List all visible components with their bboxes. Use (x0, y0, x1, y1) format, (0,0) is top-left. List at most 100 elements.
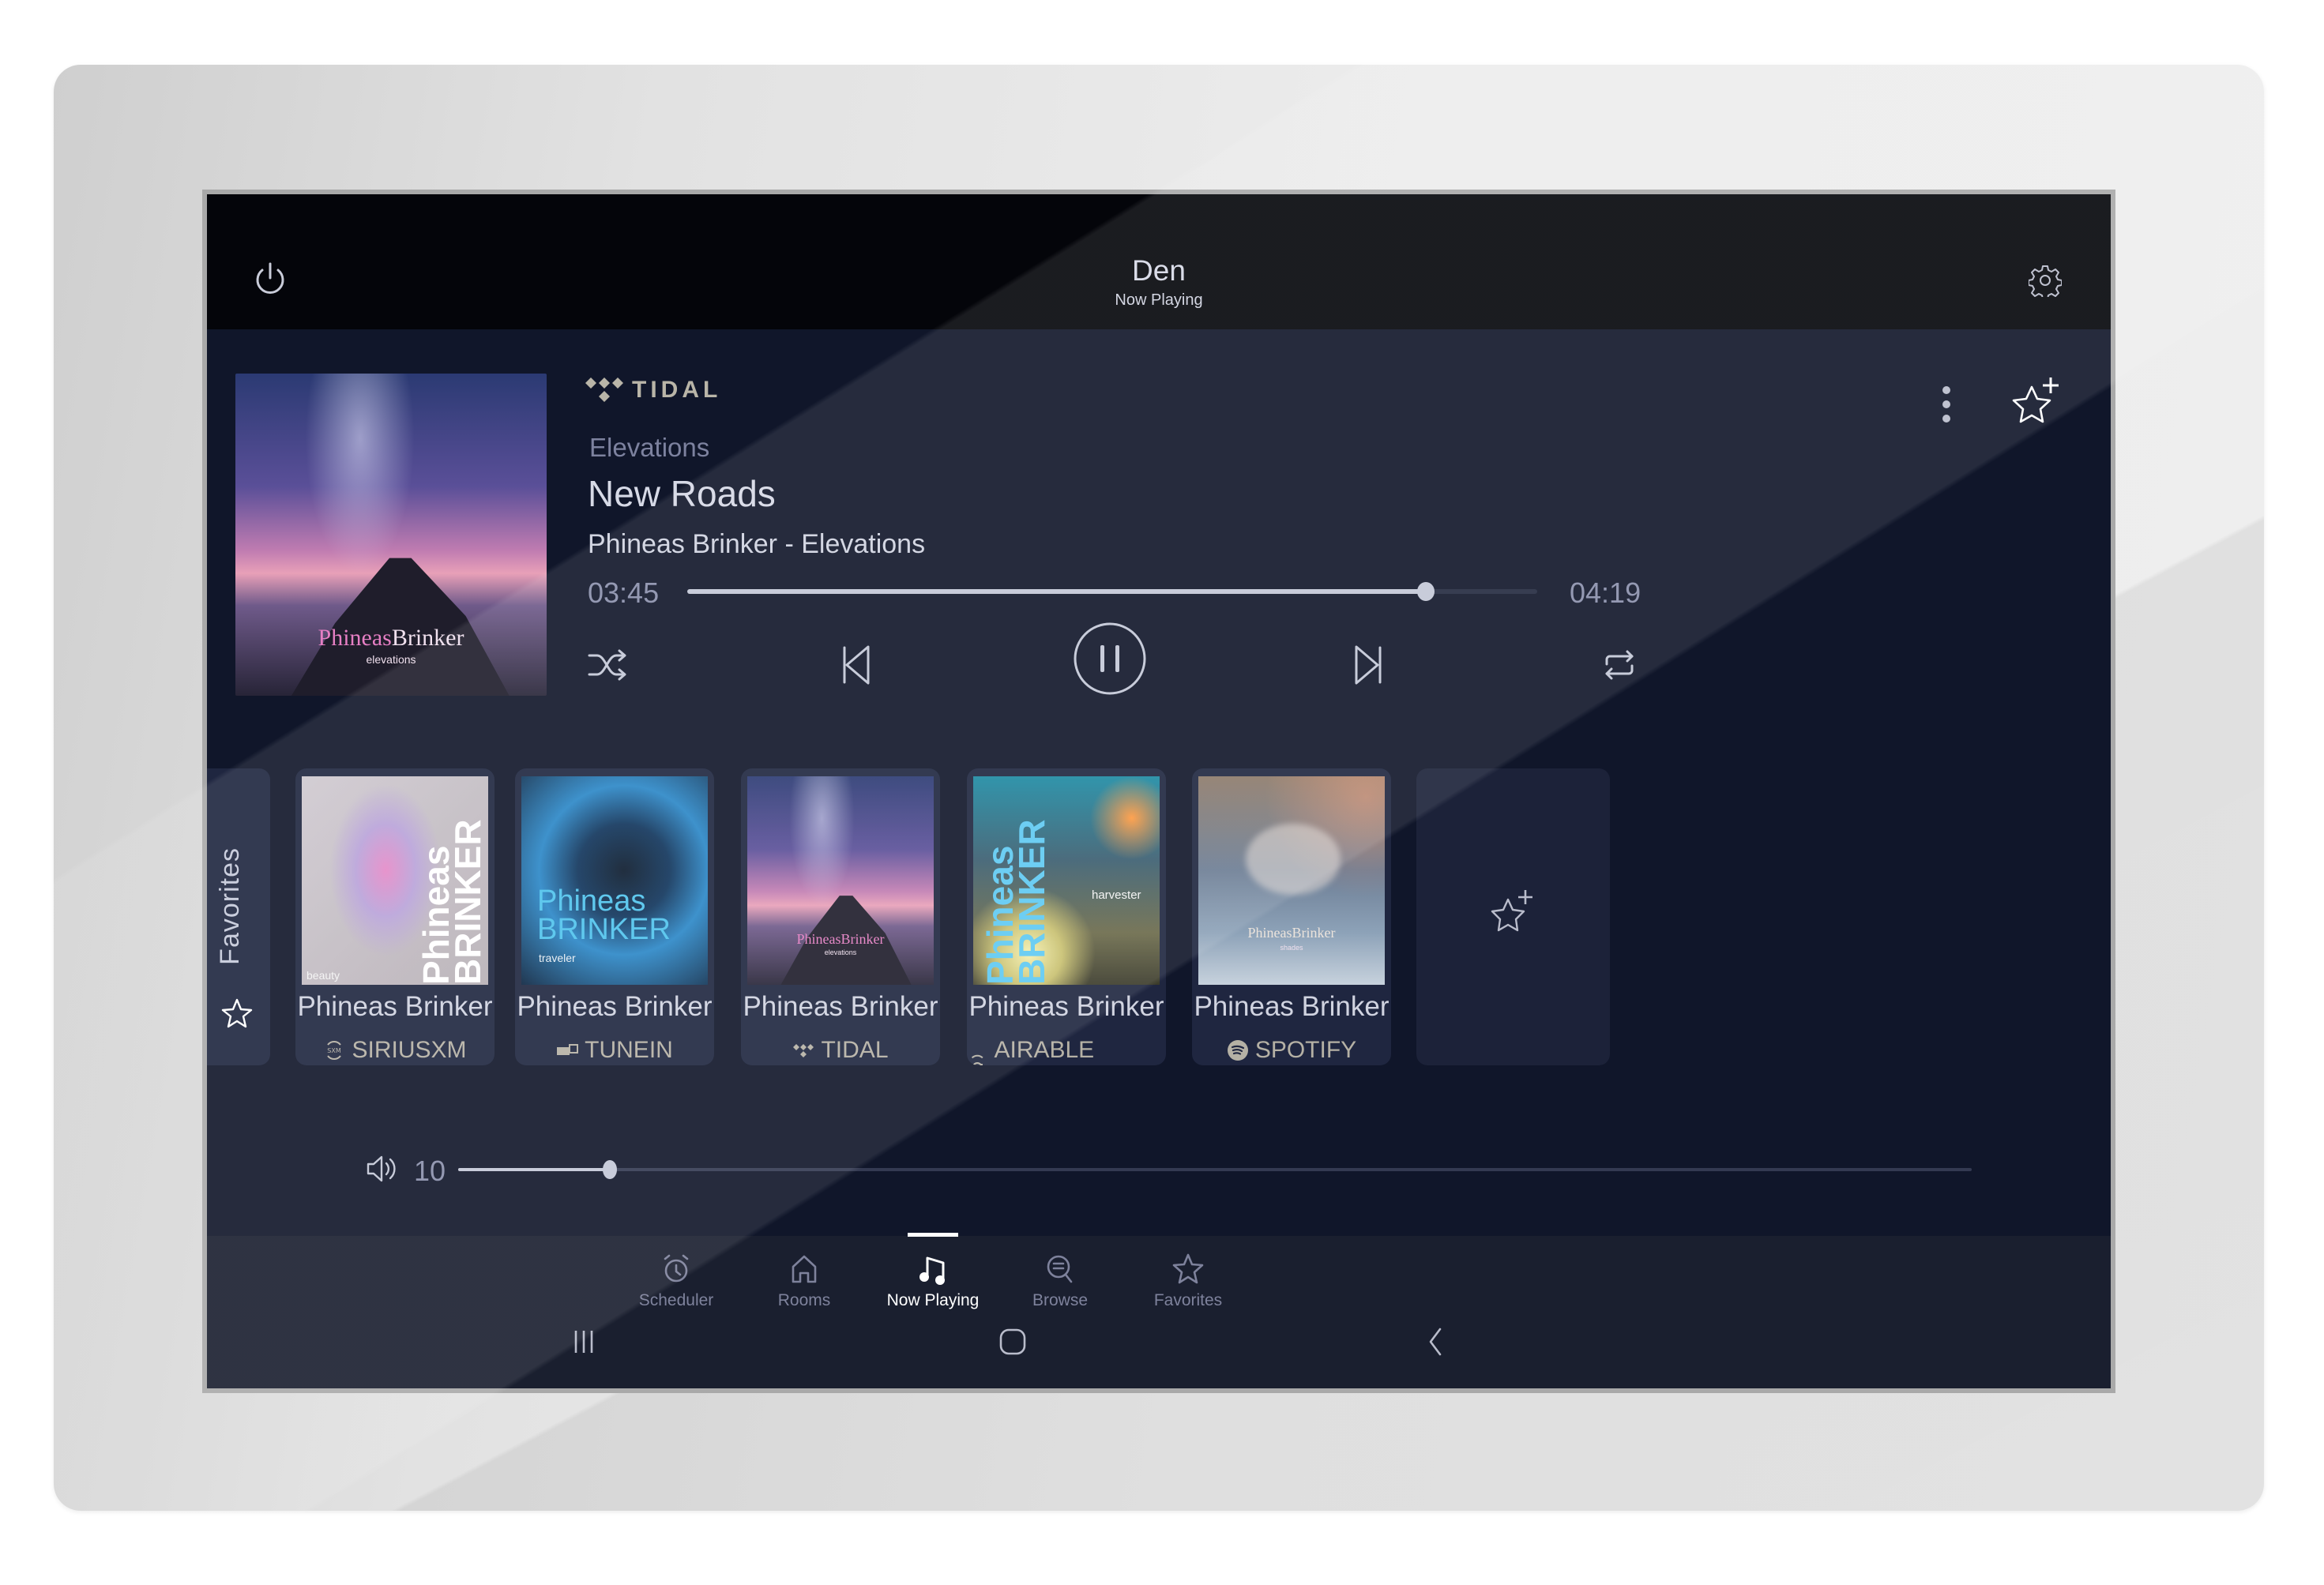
airable-icon (971, 1054, 983, 1065)
play-pause-button[interactable] (1072, 621, 1148, 697)
tidal-icon (585, 377, 623, 402)
more-vertical-icon (1942, 386, 1950, 423)
bottom-nav: Scheduler Rooms Now Playing Browse Favor… (207, 1233, 2111, 1388)
favorite-name: Phineas Brinker (743, 991, 938, 1022)
add-favorite-card[interactable] (1416, 768, 1610, 1065)
cover-subtitle: traveler (539, 952, 576, 964)
favorite-service: SPOTIFY (1192, 1037, 1391, 1064)
art-artist-last: Brinker (391, 625, 464, 651)
favorite-name: Phineas Brinker (517, 991, 713, 1022)
previous-button[interactable] (836, 641, 875, 689)
volume-track (458, 1168, 1972, 1171)
back-icon (1429, 1328, 1442, 1356)
speaker-icon[interactable] (365, 1153, 398, 1185)
volume-fill (458, 1168, 610, 1171)
touch-screen: Den Now Playing PhineasBrinker elevation… (207, 194, 2111, 1388)
add-to-favorites-button[interactable] (2008, 374, 2065, 431)
service-label: SIRIUSXM (352, 1037, 467, 1063)
cover-subtitle: beauty (306, 969, 340, 982)
skip-next-icon (1355, 645, 1382, 685)
favorites-tab-label: Favorites (215, 847, 245, 965)
elapsed-time: 03:45 (588, 577, 660, 609)
svg-text:SXM: SXM (328, 1047, 342, 1054)
album-art[interactable]: PhineasBrinker elevations (235, 374, 547, 696)
header-subtitle: Now Playing (1115, 291, 1203, 309)
cover-title: Phineas BRINKER (980, 819, 1052, 985)
favorite-cover: PhineasBrinker shades (1198, 776, 1385, 985)
volume-slider[interactable] (458, 1160, 1972, 1179)
system-home-button[interactable] (981, 1321, 1044, 1369)
star-plus-icon (2012, 377, 2059, 423)
cover-swans (1246, 824, 1341, 895)
service-label: TUNEIN (585, 1037, 673, 1063)
favorite-service: AIRABLE RADIO (967, 1037, 1166, 1065)
more-options-button[interactable] (1929, 381, 1964, 431)
next-button[interactable] (1349, 641, 1389, 689)
browse-search-icon (1047, 1255, 1073, 1283)
favorites-tab[interactable]: Favorites (207, 768, 270, 1065)
room-title: Den (1132, 254, 1186, 287)
album-name: Elevations (589, 433, 710, 462)
back-button[interactable] (1404, 1321, 1467, 1369)
service-label: AIRABLE RADIO (994, 1037, 1095, 1065)
gear-icon (2028, 265, 2063, 300)
favorite-service: TUNEIN (515, 1037, 714, 1064)
favorite-name: Phineas Brinker (968, 991, 1164, 1022)
cover-title: PhineasBrinker (796, 931, 885, 947)
favorite-cover: PhineasBrinker elevations (747, 776, 934, 985)
cover-subtitle: harvester (1092, 888, 1141, 902)
star-plus-icon (1491, 890, 1532, 932)
volume-value: 10 (414, 1155, 446, 1187)
progress-thumb[interactable] (1417, 582, 1435, 601)
artist-album: Phineas Brinker - Elevations (588, 529, 926, 559)
cover-subtitle: shades (1280, 944, 1303, 952)
star-icon (221, 998, 253, 1028)
shuffle-button[interactable] (586, 643, 630, 687)
header: Den Now Playing (207, 194, 2111, 329)
favorite-card[interactable]: PhineasBrinker shades Phineas Brinker SP… (1192, 768, 1391, 1065)
cover-title: Phineas BRINKER (416, 819, 488, 985)
active-tab-indicator (908, 1233, 958, 1237)
nav-favorites[interactable]: Favorites (1109, 1236, 1267, 1323)
volume-control: 10 (365, 1146, 2111, 1193)
favorite-name: Phineas Brinker (1194, 991, 1390, 1022)
service-label: SPOTIFY (1254, 1037, 1357, 1063)
duration-time: 04:19 (1570, 577, 1641, 609)
star-icon (1172, 1253, 1204, 1284)
favorite-service: SXM SIRIUSXM (295, 1037, 495, 1064)
recents-icon (574, 1331, 593, 1353)
source-logo: TIDAL (585, 374, 721, 406)
volume-thumb[interactable] (602, 1160, 617, 1179)
repeat-button[interactable] (1597, 643, 1641, 687)
favorite-service: TIDAL (741, 1037, 940, 1064)
cover-title: PhineasBrinker (1247, 925, 1336, 941)
favorite-card[interactable]: Phineas BRINKER traveler Phineas Brinker… (515, 768, 714, 1065)
song-title: New Roads (588, 473, 776, 514)
favorite-cover: Phineas BRINKER beauty (302, 776, 488, 985)
shuffle-icon (588, 649, 626, 681)
settings-button[interactable] (2028, 264, 2063, 300)
art-artist-first: Phineas (318, 625, 392, 651)
music-note-icon (919, 1256, 945, 1285)
favorite-card[interactable]: Phineas BRINKER beauty Phineas Brinker S… (295, 768, 495, 1065)
source-name: TIDAL (632, 377, 722, 403)
nav-label: Favorites (1153, 1291, 1223, 1309)
pause-icon (1074, 622, 1146, 695)
repeat-icon (1605, 650, 1634, 680)
favorite-card[interactable]: Phineas BRINKER harvester Phineas Brinke… (967, 768, 1166, 1065)
spotify-icon (1227, 1040, 1248, 1061)
tunein-icon (557, 1044, 579, 1055)
cover-title: Phineas BRINKER (537, 885, 671, 946)
tidal-icon (793, 1044, 814, 1057)
recents-button[interactable] (552, 1321, 615, 1369)
favorite-name: Phineas Brinker (297, 991, 493, 1022)
alarm-clock-icon (664, 1254, 689, 1283)
cover-subtitle: elevations (824, 948, 857, 956)
progress-slider[interactable] (687, 582, 1537, 601)
home-button-icon (999, 1328, 1026, 1355)
siriusxm-icon: SXM (327, 1041, 342, 1060)
skip-previous-icon (843, 645, 870, 685)
home-icon (792, 1255, 817, 1283)
progress-fill (687, 589, 1427, 594)
favorite-card[interactable]: PhineasBrinker elevations Phineas Brinke… (741, 768, 940, 1065)
